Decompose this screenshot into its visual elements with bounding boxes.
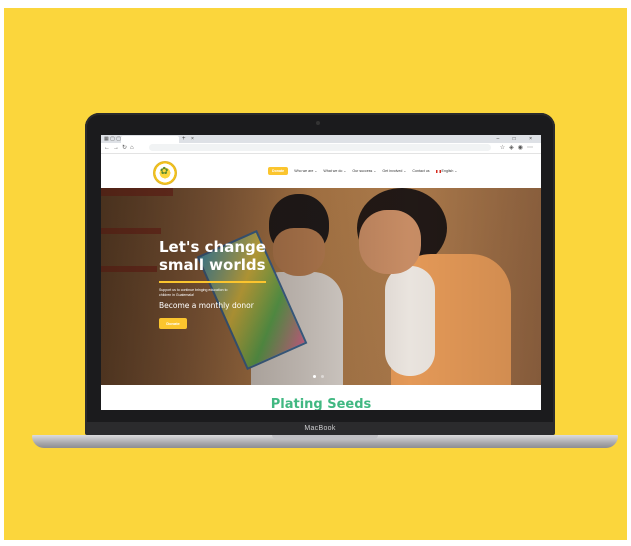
hero-slider: Let's change small worlds Support us to …: [101, 188, 541, 385]
laptop-base: [32, 435, 618, 448]
language-selector[interactable]: English ⌄: [435, 169, 458, 173]
laptop-brand-label: MacBook: [85, 422, 555, 435]
slider-dot-active[interactable]: [313, 375, 316, 378]
tab-close-icon[interactable]: ×: [191, 136, 194, 142]
camera: [316, 121, 320, 125]
browser-tab-bar: ▦ ▢ ▢ × + – □ ×: [101, 135, 541, 143]
site-logo[interactable]: ✿: [153, 161, 177, 185]
new-tab-icon[interactable]: +: [182, 135, 186, 143]
forward-icon[interactable]: →: [113, 145, 122, 151]
laptop-lid: ▦ ▢ ▢ × + – □ × ←→↻⌂ ☆◈◉⋯ ✿ Donate Who w…: [85, 113, 555, 435]
window-menu-icon[interactable]: ▦ ▢ ▢: [104, 137, 121, 142]
hero-subtitle: Support us to continue bringing educatio…: [159, 288, 228, 297]
browser-tab[interactable]: ×: [121, 136, 194, 143]
hero-underline: [159, 281, 266, 283]
hero-title: Let's change small worlds: [159, 238, 266, 274]
back-icon[interactable]: ←: [104, 145, 113, 151]
donate-button[interactable]: Donate: [159, 318, 187, 329]
hero-cta-text: Become a monthly donor: [159, 301, 254, 310]
window-controls[interactable]: – □ ×: [497, 135, 539, 143]
laptop-screen: ▦ ▢ ▢ × + – □ × ←→↻⌂ ☆◈◉⋯ ✿ Donate Who w…: [101, 135, 541, 410]
hero-overlay: [101, 188, 541, 385]
language-label: English ⌄: [441, 169, 458, 173]
nav-our-success[interactable]: Our success ⌄: [352, 169, 376, 173]
home-icon[interactable]: ⌂: [130, 145, 137, 151]
nav-get-involved[interactable]: Get involved ⌄: [382, 169, 406, 173]
menu-icon[interactable]: ⋯: [527, 145, 537, 151]
main-nav: Donate Who we are ⌄ What we do ⌄ Our suc…: [268, 166, 457, 176]
extensions-icon[interactable]: ◈: [509, 145, 518, 151]
laptop-notch: [272, 435, 378, 439]
nav-who-we-are[interactable]: Who we are ⌄: [294, 169, 317, 173]
section-title: Plating Seeds: [270, 397, 372, 410]
browser-toolbar: ←→↻⌂ ☆◈◉⋯: [101, 143, 541, 154]
nav-what-we-do[interactable]: What we do ⌄: [323, 169, 346, 173]
nav-donate[interactable]: Donate: [268, 167, 289, 175]
nav-contact-us[interactable]: Contact us: [412, 169, 429, 173]
profile-icon[interactable]: ◉: [518, 145, 527, 151]
address-bar[interactable]: [149, 144, 491, 151]
reload-icon[interactable]: ↻: [122, 145, 130, 151]
yellow-backdrop: ▦ ▢ ▢ × + – □ × ←→↻⌂ ☆◈◉⋯ ✿ Donate Who w…: [4, 8, 627, 540]
slider-dot[interactable]: [321, 375, 324, 378]
site-header: ✿ Donate Who we are ⌄ What we do ⌄ Our s…: [101, 154, 541, 188]
bookmark-icon[interactable]: ☆: [500, 145, 509, 151]
flag-icon: [435, 169, 441, 173]
sprout-icon: ✿: [160, 166, 169, 177]
